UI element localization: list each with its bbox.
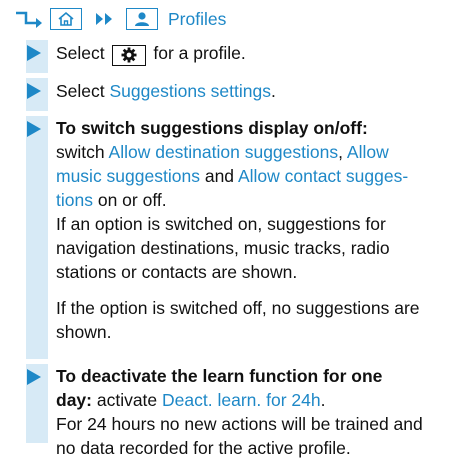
step-line: tions on or off. bbox=[56, 190, 167, 210]
nav-label-profiles: Profiles bbox=[168, 9, 227, 29]
step-line: switch Allow destination suggestions, Al… bbox=[56, 142, 389, 162]
home-icon bbox=[58, 11, 74, 26]
suggestions-settings-link[interactable]: Suggestions settings bbox=[110, 81, 272, 101]
navigation-path: Profiles bbox=[14, 6, 226, 32]
step-bar bbox=[26, 116, 48, 359]
profile-icon bbox=[135, 12, 149, 26]
step-heading: To deactivate the learn function for one bbox=[56, 366, 383, 386]
step-arrow-icon bbox=[27, 369, 41, 385]
allow-contact-suggestions-link-a[interactable]: Allow contact sugges- bbox=[238, 166, 408, 186]
step-arrow-icon bbox=[27, 121, 41, 137]
step-text: To switch suggestions display on/off: sw… bbox=[56, 116, 446, 344]
deact-learn-24h-link[interactable]: Deact. learn. for 24h bbox=[162, 390, 321, 410]
double-chevron-right-icon bbox=[96, 13, 112, 25]
step-line: day: activate Deact. learn. for 24h. bbox=[56, 390, 326, 410]
gear-icon bbox=[121, 47, 136, 63]
profile-button[interactable] bbox=[126, 8, 158, 30]
step-line: music suggestions and Allow contact sugg… bbox=[56, 166, 409, 186]
step-arrow-icon bbox=[27, 83, 41, 99]
allow-destination-suggestions-link[interactable]: Allow destination suggestions bbox=[109, 142, 339, 162]
step-heading: To switch suggestions display on/off: bbox=[56, 118, 368, 138]
allow-music-suggestions-link-b[interactable]: music suggestions bbox=[56, 166, 200, 186]
allow-contact-suggestions-link-b[interactable]: tions bbox=[56, 190, 93, 210]
step-text: Select Suggestions settings. bbox=[56, 81, 276, 101]
step-paragraph: For 24 hours no new actions will be trai… bbox=[56, 414, 423, 458]
step-paragraph: If an option is switched on, suggestions… bbox=[56, 214, 390, 282]
step-arrow-icon bbox=[27, 45, 41, 61]
allow-music-suggestions-link-a[interactable]: Allow bbox=[347, 142, 389, 162]
step-paragraph: If the option is switched off, no sugges… bbox=[56, 298, 420, 342]
step-text: To deactivate the learn function for one… bbox=[56, 364, 446, 460]
home-button[interactable] bbox=[50, 8, 82, 30]
step-text: Select for a profile. bbox=[56, 41, 446, 66]
turn-right-arrow-icon bbox=[16, 11, 42, 28]
gear-button[interactable] bbox=[111, 44, 146, 66]
